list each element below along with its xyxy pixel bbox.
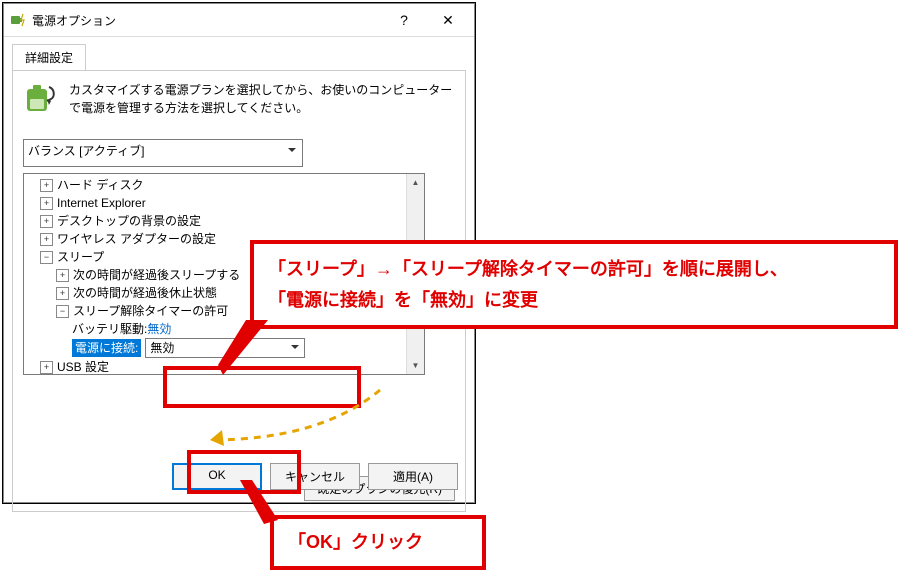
plus-icon[interactable]: +: [40, 179, 53, 192]
tree-item-desktop-bg[interactable]: +デスクトップの背景の設定: [26, 212, 422, 230]
description-row: カスタマイズする電源プランを選択してから、お使いのコンピューターで電源を管理する…: [23, 81, 455, 117]
window-title: 電源オプション: [32, 12, 382, 29]
battery-value-link[interactable]: 無効: [147, 320, 171, 338]
ok-button[interactable]: OK: [172, 463, 262, 490]
tree-item-hard-disk[interactable]: +ハード ディスク: [26, 176, 422, 194]
plus-icon[interactable]: +: [40, 197, 53, 210]
help-button[interactable]: ?: [382, 5, 426, 35]
minus-icon[interactable]: −: [56, 305, 69, 318]
apply-button[interactable]: 適用(A): [368, 463, 458, 490]
plus-icon[interactable]: +: [56, 287, 69, 300]
tree-item-ie[interactable]: +Internet Explorer: [26, 194, 422, 212]
annotation-text: 「スリープ」→「スリープ解除タイマーの許可」を順に展開し、: [268, 254, 880, 285]
power-plan-select[interactable]: バランス [アクティブ]: [23, 139, 303, 167]
plus-icon[interactable]: +: [40, 361, 53, 374]
plus-icon[interactable]: +: [40, 233, 53, 246]
plugged-value-combo[interactable]: 無効: [145, 338, 305, 358]
battery-plug-icon: [10, 12, 26, 28]
scroll-up-icon[interactable]: ▲: [407, 174, 424, 191]
plus-icon[interactable]: +: [40, 215, 53, 228]
annotation-text: 「電源に接続」を「無効」に変更: [268, 285, 880, 316]
annotation-callout-2: 「OK」クリック: [270, 515, 486, 570]
tab-advanced[interactable]: 詳細設定: [12, 44, 86, 71]
tree-item-usb[interactable]: +USB 設定: [26, 358, 422, 375]
plugged-label: 電源に接続:: [72, 339, 141, 357]
tree-item-plugged[interactable]: 電源に接続: 無効: [26, 338, 422, 358]
tab-strip: 詳細設定: [4, 37, 474, 70]
power-plan-value: バランス [アクティブ]: [28, 144, 144, 158]
plugged-value: 無効: [150, 339, 174, 357]
description-text: カスタマイズする電源プランを選択してから、お使いのコンピューターで電源を管理する…: [69, 81, 455, 117]
plus-icon[interactable]: +: [56, 269, 69, 282]
minus-icon[interactable]: −: [40, 251, 53, 264]
annotation-text: 「OK」クリック: [288, 532, 423, 552]
cancel-button[interactable]: キャンセル: [270, 463, 360, 490]
close-button[interactable]: ✕: [426, 5, 470, 35]
annotation-callout-1: 「スリープ」→「スリープ解除タイマーの許可」を順に展開し、 「電源に接続」を「無…: [250, 240, 898, 329]
scroll-down-icon[interactable]: ▼: [407, 357, 424, 374]
titlebar: 電源オプション ? ✕: [4, 4, 474, 37]
battery-large-icon: [23, 81, 59, 117]
dialog-buttons: OK キャンセル 適用(A): [172, 463, 458, 490]
